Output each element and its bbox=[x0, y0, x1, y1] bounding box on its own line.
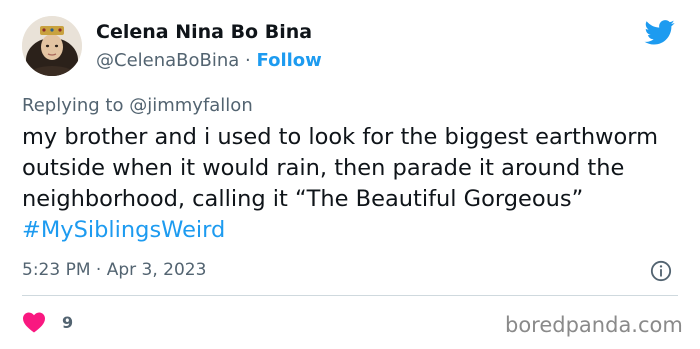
author-handle[interactable]: @CelenaBoBina bbox=[96, 50, 239, 71]
tweet-text: my brother and i used to look for the bi… bbox=[22, 124, 659, 212]
divider bbox=[22, 295, 678, 296]
watermark: boredpanda.com bbox=[505, 313, 683, 337]
like-action[interactable]: 9 bbox=[22, 311, 73, 333]
tweet-body: my brother and i used to look for the bi… bbox=[22, 122, 682, 246]
reply-context: Replying to @jimmyfallon bbox=[22, 95, 253, 116]
heart-icon[interactable] bbox=[22, 311, 46, 333]
author-name[interactable]: Celena Nina Bo Bina bbox=[96, 21, 312, 43]
info-icon[interactable] bbox=[650, 260, 672, 282]
time-separator: · bbox=[95, 260, 102, 280]
reply-prefix: Replying to bbox=[22, 95, 124, 116]
tweet-timestamp[interactable]: 5:23 PM · Apr 3, 2023 bbox=[22, 260, 206, 280]
tweet-time: 5:23 PM bbox=[22, 260, 91, 280]
like-count: 9 bbox=[62, 312, 74, 332]
follow-button[interactable]: Follow bbox=[257, 50, 322, 71]
portrait-avatar-icon bbox=[22, 16, 82, 76]
twitter-bird-icon[interactable] bbox=[643, 17, 677, 47]
reply-mention[interactable]: @jimmyfallon bbox=[129, 95, 253, 116]
hashtag-link[interactable]: #MySiblingsWeird bbox=[22, 217, 225, 243]
meta-separator: · bbox=[245, 50, 251, 71]
avatar[interactable] bbox=[22, 16, 82, 76]
tweet-date: Apr 3, 2023 bbox=[106, 260, 207, 280]
author-meta: @CelenaBoBina · Follow bbox=[96, 50, 322, 71]
